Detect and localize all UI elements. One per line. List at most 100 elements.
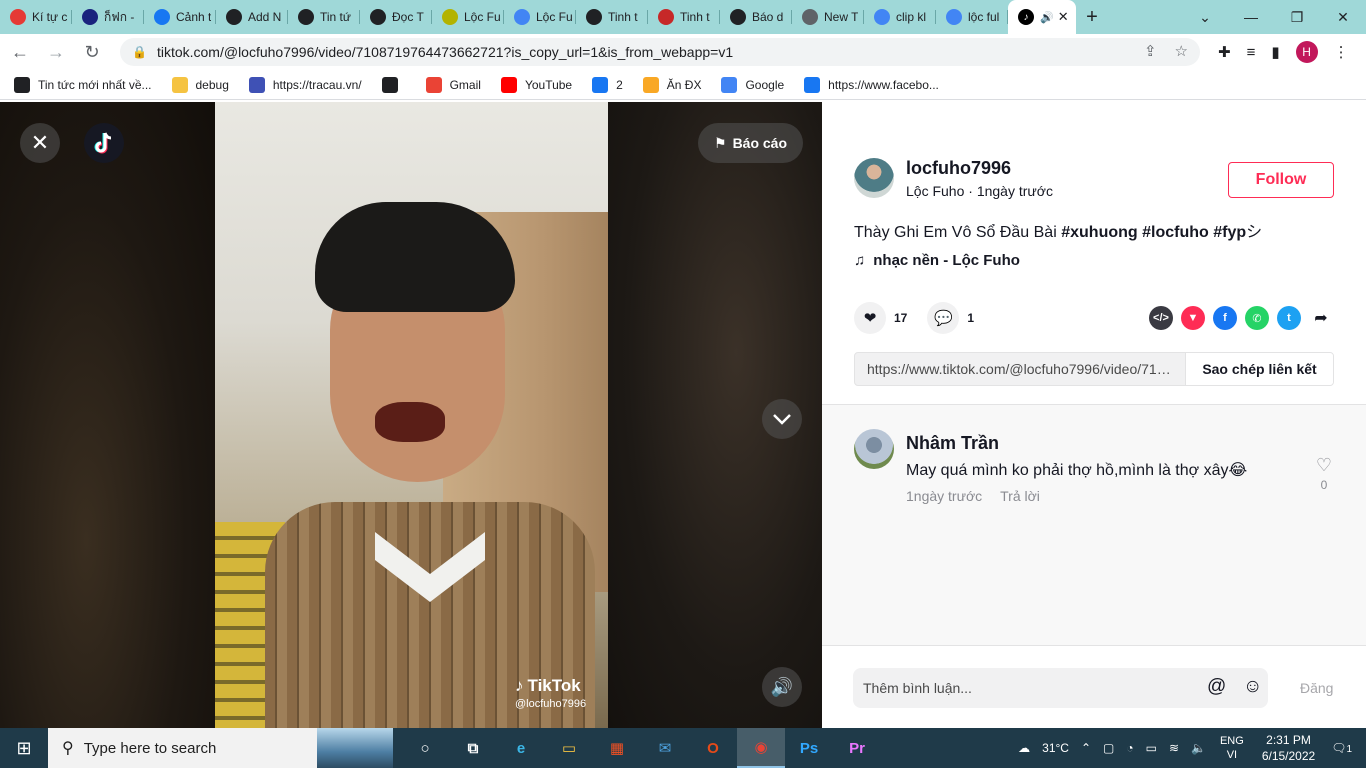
reply-button[interactable]: Trả lời: [1000, 488, 1040, 504]
profile-avatar[interactable]: H: [1295, 41, 1318, 63]
media-control-icon[interactable]: ≡: [1247, 44, 1256, 61]
forward-icon[interactable]: →: [40, 36, 72, 68]
author-avatar[interactable]: [854, 158, 894, 198]
share-page-icon[interactable]: ⇪: [1144, 42, 1157, 60]
browser-tab[interactable]: New T: [792, 0, 864, 34]
hashtag-link[interactable]: #xuhuong: [1061, 224, 1137, 241]
weather-temp[interactable]: 31°C: [1042, 741, 1069, 755]
browser-tab[interactable]: ก็ฟก -: [72, 0, 144, 34]
send-icon[interactable]: ▼: [1181, 306, 1205, 330]
tiktok-logo-icon[interactable]: [84, 123, 124, 163]
bookmark-item[interactable]: https://www.facebo...: [804, 76, 939, 93]
bookmark-item[interactable]: YouTube: [500, 76, 572, 93]
close-video-button[interactable]: ✕: [20, 123, 60, 163]
taskbar-search[interactable]: ⚲ Type here to search: [48, 728, 393, 768]
comment-icon[interactable]: 💬: [927, 302, 960, 334]
follow-button[interactable]: Follow: [1228, 162, 1334, 198]
browser-tab[interactable]: Tin tứ: [288, 0, 360, 34]
network-icon[interactable]: ◔: [1126, 741, 1133, 755]
embed-icon[interactable]: </>: [1149, 306, 1173, 330]
chevron-up-icon[interactable]: ⌃: [1081, 741, 1091, 755]
browser-tab[interactable]: Lộc Fu: [432, 0, 504, 34]
mail-icon[interactable]: ✉: [641, 728, 689, 768]
browser-tab[interactable]: Tinh t: [648, 0, 720, 34]
windows-start-icon[interactable]: ⊞: [0, 728, 48, 768]
commenter-avatar[interactable]: [854, 429, 894, 469]
wifi-icon[interactable]: ≋: [1169, 741, 1179, 755]
hashtag-link[interactable]: #fyp: [1213, 224, 1246, 241]
lock-icon[interactable]: 🔒: [132, 45, 147, 59]
edge-icon[interactable]: e: [497, 728, 545, 768]
browser-tab[interactable]: Báo d: [720, 0, 792, 34]
notification-icon[interactable]: 🗨1: [1331, 741, 1352, 755]
bookmark-item[interactable]: debug: [171, 76, 229, 93]
hashtag-link[interactable]: #locfuho: [1142, 224, 1209, 241]
heart-icon[interactable]: ❤: [854, 302, 886, 334]
back-icon[interactable]: ←: [4, 36, 36, 68]
video-player[interactable]: ♪ TikTok @locfuho7996 ✕ ⚑ Báo cáo 🔊: [0, 102, 822, 728]
bookmark-item[interactable]: Ăn ĐX: [642, 76, 701, 93]
browser-tab[interactable]: Lộc Fu: [504, 0, 576, 34]
bookmark-item[interactable]: https://tracau.vn/: [248, 76, 362, 93]
comment-like[interactable]: ♡ 0: [1316, 455, 1332, 492]
browser-tab[interactable]: clip kl: [864, 0, 936, 34]
music-link[interactable]: ♫ nhạc nền - Lộc Fuho: [854, 252, 1020, 269]
sound-button[interactable]: 🔊: [762, 667, 802, 707]
close-window-button[interactable]: ✕: [1320, 0, 1366, 34]
author-info[interactable]: locfuho7996 Lộc Fuho · 1ngày trước: [854, 158, 1053, 199]
next-video-button[interactable]: [762, 399, 802, 439]
report-button[interactable]: ⚑ Báo cáo: [698, 123, 804, 163]
menu-icon[interactable]: ⋮: [1334, 43, 1349, 61]
post-comment-button[interactable]: Đăng: [1300, 680, 1333, 696]
mention-icon[interactable]: @: [1207, 676, 1226, 698]
bookmark-star-icon[interactable]: ☆: [1175, 42, 1188, 60]
browser-tab[interactable]: Tinh t: [576, 0, 648, 34]
task-view-icon[interactable]: ⧉: [449, 728, 497, 768]
twitter-icon[interactable]: t: [1277, 306, 1301, 330]
store-icon[interactable]: ▦: [593, 728, 641, 768]
author-username[interactable]: locfuho7996: [906, 158, 1053, 179]
bookmark-item[interactable]: [381, 76, 406, 93]
new-tab-button[interactable]: +: [1076, 0, 1108, 34]
reload-icon[interactable]: ↻: [76, 36, 108, 68]
device-icon[interactable]: ▢: [1103, 741, 1114, 755]
copy-link-button[interactable]: Sao chép liên kết: [1185, 353, 1333, 385]
minimize-button[interactable]: —: [1228, 0, 1274, 34]
facebook-icon[interactable]: f: [1213, 306, 1237, 330]
clock[interactable]: 2:31 PM 6/15/2022: [1262, 732, 1315, 764]
volume-icon[interactable]: 🔈: [1191, 741, 1206, 755]
comment-input[interactable]: Thêm bình luận... @ ☺: [853, 668, 1268, 708]
office-icon[interactable]: O: [689, 728, 737, 768]
share-link-text[interactable]: https://www.tiktok.com/@locfuho7996/vide…: [855, 353, 1185, 385]
browser-tab[interactable]: lộc ful: [936, 0, 1008, 34]
restore-button[interactable]: ❐: [1274, 0, 1320, 34]
music-title[interactable]: nhạc nền - Lộc Fuho: [873, 252, 1020, 269]
side-panel-icon[interactable]: ▮: [1271, 43, 1279, 61]
cortana-icon[interactable]: ○: [401, 728, 449, 768]
browser-tab[interactable]: Đọc T: [360, 0, 432, 34]
photoshop-icon[interactable]: Ps: [785, 728, 833, 768]
extensions-icon[interactable]: ✚: [1218, 43, 1231, 61]
chrome-icon[interactable]: ◉: [737, 728, 785, 768]
heart-outline-icon[interactable]: ♡: [1316, 455, 1332, 476]
browser-tab[interactable]: Add N: [216, 0, 288, 34]
tab-search-icon[interactable]: ⌄: [1182, 0, 1228, 34]
battery-icon[interactable]: ▭: [1146, 741, 1157, 755]
share-arrow-icon[interactable]: ➦: [1309, 306, 1333, 330]
language-indicator[interactable]: ENG VI: [1220, 734, 1244, 762]
whatsapp-icon[interactable]: ✆: [1245, 306, 1269, 330]
bookmark-item[interactable]: 2: [592, 76, 623, 93]
close-tab-icon[interactable]: ✕: [1058, 9, 1069, 25]
speaker-icon[interactable]: 🔊: [1040, 11, 1054, 24]
emoji-icon[interactable]: ☺: [1243, 676, 1262, 698]
video-frame[interactable]: ♪ TikTok @locfuho7996: [215, 102, 608, 728]
commenter-name[interactable]: Nhâm Trần: [906, 433, 1247, 454]
browser-tab[interactable]: Cảnh t: [144, 0, 216, 34]
browser-tab[interactable]: Kí tự c: [0, 0, 72, 34]
weather-icon[interactable]: ☁: [1018, 741, 1030, 755]
file-explorer-icon[interactable]: ▭: [545, 728, 593, 768]
bookmark-item[interactable]: Gmail: [425, 76, 481, 93]
address-bar[interactable]: 🔒 tiktok.com/@locfuho7996/video/71087197…: [120, 38, 1200, 66]
comments-list[interactable]: Nhâm Trần May quá mình ko phải thợ hồ,mì…: [822, 405, 1366, 645]
tab-active-tiktok[interactable]: ♪ 🔊 ✕: [1008, 0, 1076, 34]
